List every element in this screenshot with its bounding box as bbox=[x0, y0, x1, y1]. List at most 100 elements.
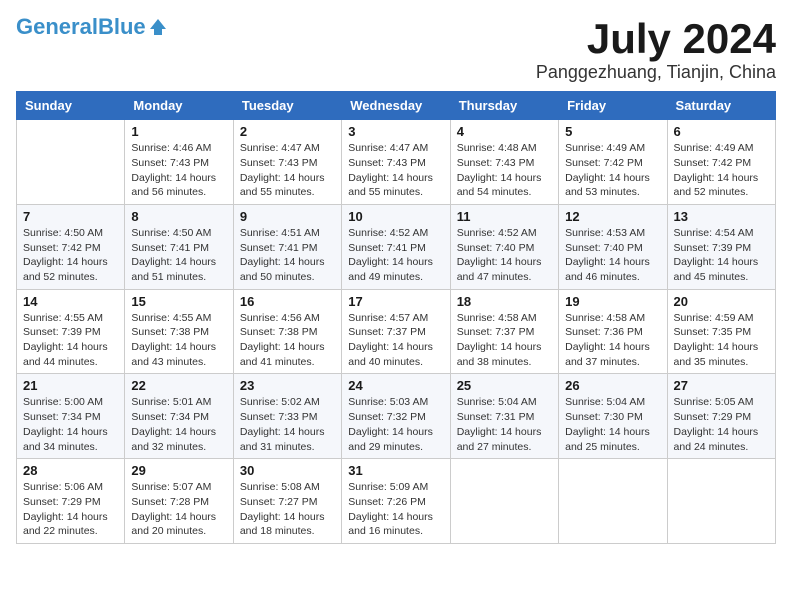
day-info: Sunrise: 5:06 AM Sunset: 7:29 PM Dayligh… bbox=[23, 480, 118, 539]
title-section: July 2024 Panggezhuang, Tianjin, China bbox=[536, 16, 776, 83]
sunset-label: Sunset: 7:30 PM bbox=[565, 411, 643, 423]
sunrise-label: Sunrise: 5:04 AM bbox=[565, 396, 645, 408]
day-number: 16 bbox=[240, 294, 335, 309]
day-number: 19 bbox=[565, 294, 660, 309]
calendar-day-cell: 5 Sunrise: 4:49 AM Sunset: 7:42 PM Dayli… bbox=[559, 120, 667, 205]
logo-icon bbox=[148, 17, 168, 37]
day-info: Sunrise: 4:55 AM Sunset: 7:38 PM Dayligh… bbox=[131, 311, 226, 370]
sunrise-label: Sunrise: 4:50 AM bbox=[131, 227, 211, 239]
weekday-header: Tuesday bbox=[233, 92, 341, 120]
calendar-day-cell: 8 Sunrise: 4:50 AM Sunset: 7:41 PM Dayli… bbox=[125, 204, 233, 289]
calendar-day-cell: 22 Sunrise: 5:01 AM Sunset: 7:34 PM Dayl… bbox=[125, 374, 233, 459]
sunrise-label: Sunrise: 4:48 AM bbox=[457, 142, 537, 154]
calendar-day-cell bbox=[17, 120, 125, 205]
calendar-day-cell: 26 Sunrise: 5:04 AM Sunset: 7:30 PM Dayl… bbox=[559, 374, 667, 459]
day-number: 2 bbox=[240, 124, 335, 139]
sunset-label: Sunset: 7:42 PM bbox=[565, 157, 643, 169]
sunset-label: Sunset: 7:26 PM bbox=[348, 496, 426, 508]
daylight-label: Daylight: 14 hours and 27 minutes. bbox=[457, 426, 542, 453]
calendar-day-cell: 3 Sunrise: 4:47 AM Sunset: 7:43 PM Dayli… bbox=[342, 120, 450, 205]
daylight-label: Daylight: 14 hours and 35 minutes. bbox=[674, 341, 759, 368]
sunset-label: Sunset: 7:32 PM bbox=[348, 411, 426, 423]
sunset-label: Sunset: 7:29 PM bbox=[23, 496, 101, 508]
weekday-header: Monday bbox=[125, 92, 233, 120]
daylight-label: Daylight: 14 hours and 25 minutes. bbox=[565, 426, 650, 453]
calendar-day-cell: 18 Sunrise: 4:58 AM Sunset: 7:37 PM Dayl… bbox=[450, 289, 558, 374]
sunset-label: Sunset: 7:37 PM bbox=[457, 326, 535, 338]
sunrise-label: Sunrise: 4:55 AM bbox=[23, 312, 103, 324]
daylight-label: Daylight: 14 hours and 52 minutes. bbox=[23, 256, 108, 283]
sunrise-label: Sunrise: 4:56 AM bbox=[240, 312, 320, 324]
day-info: Sunrise: 4:52 AM Sunset: 7:40 PM Dayligh… bbox=[457, 226, 552, 285]
calendar-week-row: 21 Sunrise: 5:00 AM Sunset: 7:34 PM Dayl… bbox=[17, 374, 776, 459]
sunset-label: Sunset: 7:41 PM bbox=[240, 242, 318, 254]
daylight-label: Daylight: 14 hours and 45 minutes. bbox=[674, 256, 759, 283]
calendar-day-cell: 14 Sunrise: 4:55 AM Sunset: 7:39 PM Dayl… bbox=[17, 289, 125, 374]
calendar-day-cell: 1 Sunrise: 4:46 AM Sunset: 7:43 PM Dayli… bbox=[125, 120, 233, 205]
day-number: 13 bbox=[674, 209, 769, 224]
sunset-label: Sunset: 7:43 PM bbox=[348, 157, 426, 169]
daylight-label: Daylight: 14 hours and 41 minutes. bbox=[240, 341, 325, 368]
calendar-week-row: 28 Sunrise: 5:06 AM Sunset: 7:29 PM Dayl… bbox=[17, 459, 776, 544]
sunset-label: Sunset: 7:34 PM bbox=[23, 411, 101, 423]
daylight-label: Daylight: 14 hours and 47 minutes. bbox=[457, 256, 542, 283]
sunset-label: Sunset: 7:29 PM bbox=[674, 411, 752, 423]
calendar-day-cell: 19 Sunrise: 4:58 AM Sunset: 7:36 PM Dayl… bbox=[559, 289, 667, 374]
day-number: 20 bbox=[674, 294, 769, 309]
calendar-day-cell: 24 Sunrise: 5:03 AM Sunset: 7:32 PM Dayl… bbox=[342, 374, 450, 459]
sunrise-label: Sunrise: 4:52 AM bbox=[457, 227, 537, 239]
day-info: Sunrise: 4:58 AM Sunset: 7:36 PM Dayligh… bbox=[565, 311, 660, 370]
day-number: 21 bbox=[23, 378, 118, 393]
sunset-label: Sunset: 7:39 PM bbox=[674, 242, 752, 254]
sunrise-label: Sunrise: 4:58 AM bbox=[565, 312, 645, 324]
day-info: Sunrise: 4:58 AM Sunset: 7:37 PM Dayligh… bbox=[457, 311, 552, 370]
day-info: Sunrise: 5:07 AM Sunset: 7:28 PM Dayligh… bbox=[131, 480, 226, 539]
daylight-label: Daylight: 14 hours and 43 minutes. bbox=[131, 341, 216, 368]
calendar-week-row: 14 Sunrise: 4:55 AM Sunset: 7:39 PM Dayl… bbox=[17, 289, 776, 374]
day-number: 5 bbox=[565, 124, 660, 139]
sunrise-label: Sunrise: 5:08 AM bbox=[240, 481, 320, 493]
calendar-week-row: 1 Sunrise: 4:46 AM Sunset: 7:43 PM Dayli… bbox=[17, 120, 776, 205]
day-info: Sunrise: 4:48 AM Sunset: 7:43 PM Dayligh… bbox=[457, 141, 552, 200]
day-info: Sunrise: 5:02 AM Sunset: 7:33 PM Dayligh… bbox=[240, 395, 335, 454]
sunrise-label: Sunrise: 5:04 AM bbox=[457, 396, 537, 408]
sunrise-label: Sunrise: 4:59 AM bbox=[674, 312, 754, 324]
sunset-label: Sunset: 7:28 PM bbox=[131, 496, 209, 508]
sunrise-label: Sunrise: 4:47 AM bbox=[348, 142, 428, 154]
day-number: 30 bbox=[240, 463, 335, 478]
sunrise-label: Sunrise: 5:05 AM bbox=[674, 396, 754, 408]
sunset-label: Sunset: 7:36 PM bbox=[565, 326, 643, 338]
daylight-label: Daylight: 14 hours and 51 minutes. bbox=[131, 256, 216, 283]
day-number: 22 bbox=[131, 378, 226, 393]
day-info: Sunrise: 4:47 AM Sunset: 7:43 PM Dayligh… bbox=[348, 141, 443, 200]
sunset-label: Sunset: 7:31 PM bbox=[457, 411, 535, 423]
daylight-label: Daylight: 14 hours and 16 minutes. bbox=[348, 511, 433, 538]
daylight-label: Daylight: 14 hours and 32 minutes. bbox=[131, 426, 216, 453]
calendar-day-cell: 31 Sunrise: 5:09 AM Sunset: 7:26 PM Dayl… bbox=[342, 459, 450, 544]
day-info: Sunrise: 4:50 AM Sunset: 7:41 PM Dayligh… bbox=[131, 226, 226, 285]
sunset-label: Sunset: 7:41 PM bbox=[131, 242, 209, 254]
sunset-label: Sunset: 7:43 PM bbox=[131, 157, 209, 169]
daylight-label: Daylight: 14 hours and 29 minutes. bbox=[348, 426, 433, 453]
sunrise-label: Sunrise: 4:58 AM bbox=[457, 312, 537, 324]
day-number: 15 bbox=[131, 294, 226, 309]
calendar-header-row: SundayMondayTuesdayWednesdayThursdayFrid… bbox=[17, 92, 776, 120]
day-info: Sunrise: 4:47 AM Sunset: 7:43 PM Dayligh… bbox=[240, 141, 335, 200]
daylight-label: Daylight: 14 hours and 56 minutes. bbox=[131, 172, 216, 199]
calendar-day-cell: 17 Sunrise: 4:57 AM Sunset: 7:37 PM Dayl… bbox=[342, 289, 450, 374]
day-number: 11 bbox=[457, 209, 552, 224]
day-number: 10 bbox=[348, 209, 443, 224]
sunset-label: Sunset: 7:43 PM bbox=[457, 157, 535, 169]
daylight-label: Daylight: 14 hours and 18 minutes. bbox=[240, 511, 325, 538]
day-info: Sunrise: 4:51 AM Sunset: 7:41 PM Dayligh… bbox=[240, 226, 335, 285]
day-info: Sunrise: 4:52 AM Sunset: 7:41 PM Dayligh… bbox=[348, 226, 443, 285]
calendar-day-cell: 30 Sunrise: 5:08 AM Sunset: 7:27 PM Dayl… bbox=[233, 459, 341, 544]
sunset-label: Sunset: 7:35 PM bbox=[674, 326, 752, 338]
calendar-day-cell: 25 Sunrise: 5:04 AM Sunset: 7:31 PM Dayl… bbox=[450, 374, 558, 459]
header: GeneralBlue July 2024 Panggezhuang, Tian… bbox=[16, 16, 776, 83]
daylight-label: Daylight: 14 hours and 54 minutes. bbox=[457, 172, 542, 199]
day-number: 1 bbox=[131, 124, 226, 139]
calendar-day-cell: 6 Sunrise: 4:49 AM Sunset: 7:42 PM Dayli… bbox=[667, 120, 775, 205]
day-info: Sunrise: 5:05 AM Sunset: 7:29 PM Dayligh… bbox=[674, 395, 769, 454]
daylight-label: Daylight: 14 hours and 44 minutes. bbox=[23, 341, 108, 368]
